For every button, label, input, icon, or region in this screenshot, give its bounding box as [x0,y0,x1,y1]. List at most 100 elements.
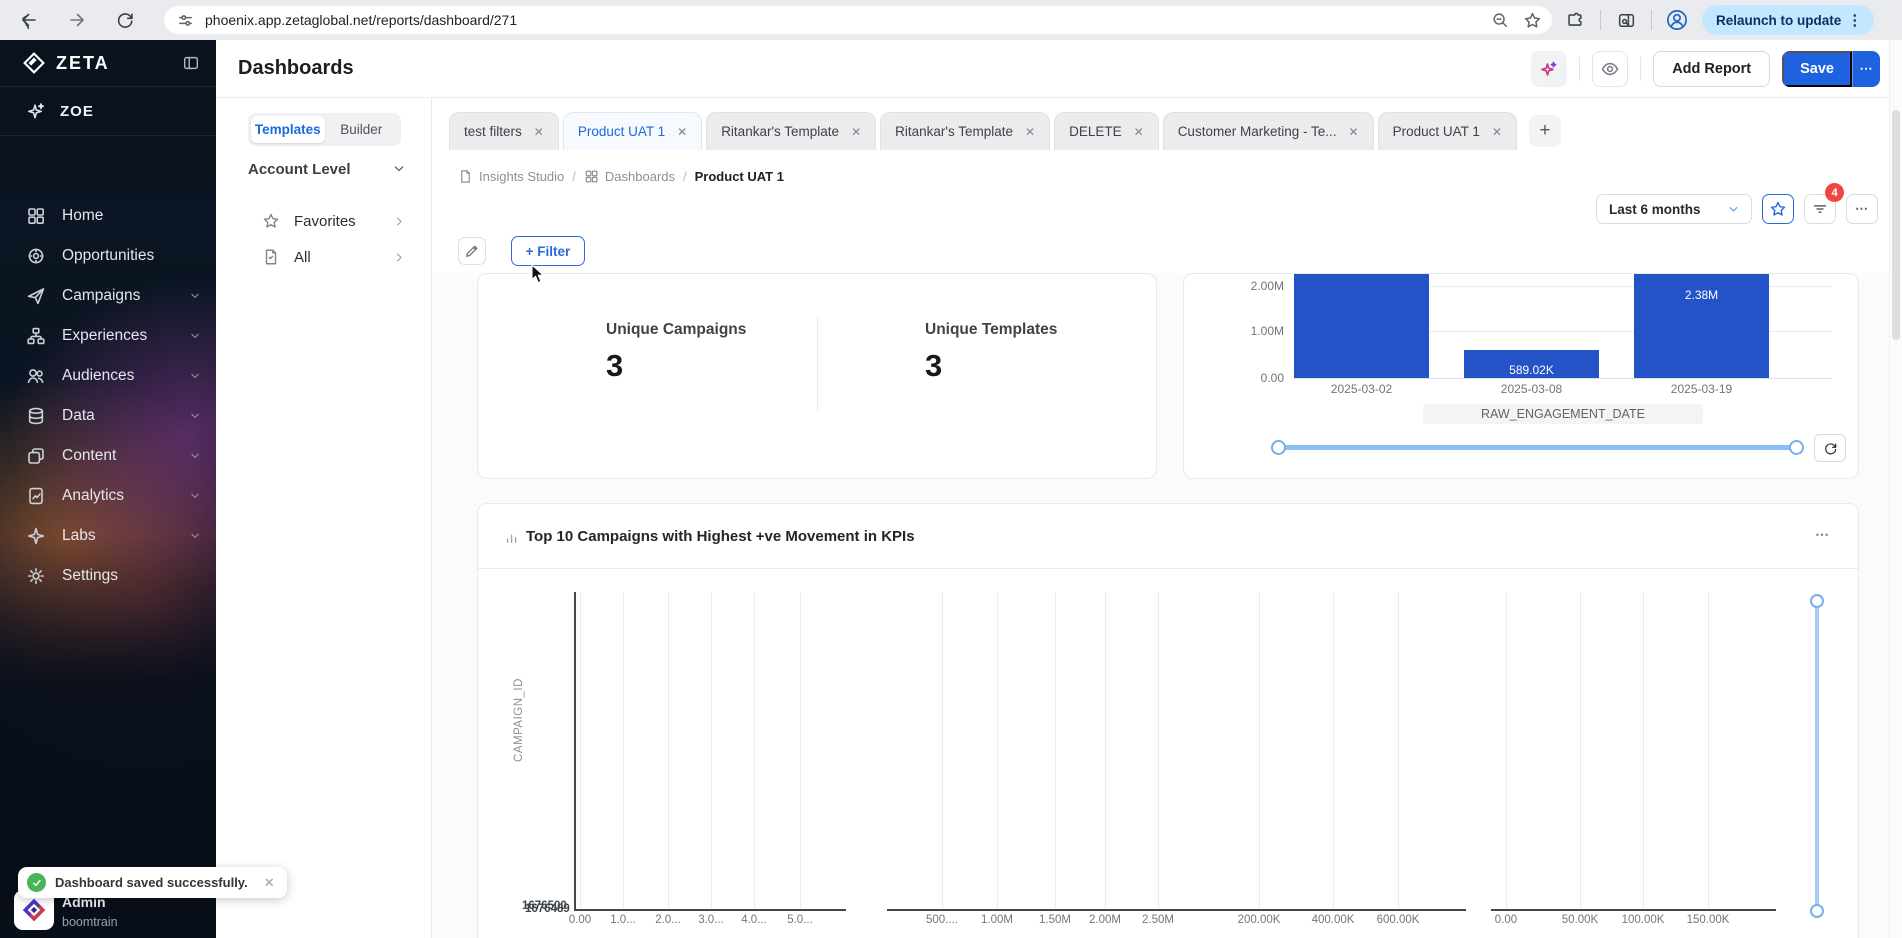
chart-title: Top 10 Campaigns with Highest +ve Moveme… [526,528,915,545]
dashboard-tab[interactable]: Customer Marketing - Te... ✕ [1163,112,1374,150]
filters-toggle-button[interactable]: 4 [1804,194,1836,224]
kpi-divider [817,316,818,412]
engagement-chart-card: RAW_ENGAGEMENT_DATE 2.00M1.00M0.002025-0… [1183,273,1859,479]
breadcrumb-item[interactable]: Dashboards [584,169,675,184]
url-text[interactable]: phoenix.app.zetaglobal.net/reports/dashb… [205,12,1491,28]
vertical-range-slider-track[interactable] [1815,601,1819,911]
slider-handle-right[interactable] [1789,440,1804,455]
brand-name: ZETA [56,53,182,74]
sidebar-item-labs[interactable]: Labs [0,516,216,556]
tab-close-icon[interactable]: ✕ [1134,125,1144,139]
tab-close-icon[interactable]: ✕ [1349,125,1359,139]
sidebar-item-all[interactable]: All [262,242,407,272]
dashboard-tab[interactable]: Ritankar's Template ✕ [880,112,1050,150]
sidebar-item-zoe[interactable]: ZOE [0,87,216,135]
browser-back-icon[interactable] [12,3,46,37]
panel-tab-templates[interactable]: Templates [251,116,325,143]
add-tab-button[interactable]: + [1529,115,1561,147]
chrome-separator [1651,10,1652,30]
vertical-slider-handle-bottom[interactable] [1810,904,1824,918]
zoe-label: ZOE [60,103,94,120]
favorite-star-button[interactable] [1762,194,1794,224]
sidebar-item-experiences[interactable]: Experiences [0,316,216,356]
chart-more-options-button[interactable]: ⋯ [1815,526,1830,543]
extensions-icon[interactable] [1558,3,1592,37]
dashboard-tab[interactable]: DELETE✕ [1054,112,1159,150]
account-level-section[interactable]: Account Level [248,155,407,183]
zoe-assistant-button[interactable] [1531,51,1567,87]
tab-label: Ritankar's Template [895,124,1013,139]
dashboard-tab[interactable]: Product UAT 1✕ [1378,112,1517,150]
chart-range-slider-track[interactable] [1278,445,1796,450]
breadcrumb-item[interactable]: Insights Studio [458,169,564,184]
x-axis-tick: 150.00K [1687,914,1730,926]
save-button[interactable]: Save [1782,51,1852,87]
tab-label: Ritankar's Template [721,124,839,139]
tab-close-icon[interactable]: ✕ [851,125,861,139]
sidebar-item-label: Content [62,447,188,465]
sidebar-item-favorites[interactable]: Favorites [262,206,407,236]
toast-close-icon[interactable]: ✕ [264,875,275,891]
address-bar[interactable]: phoenix.app.zetaglobal.net/reports/dashb… [164,6,1552,34]
browser-forward-icon[interactable] [60,3,94,37]
header-separator [1640,57,1641,81]
dashboard-tab[interactable]: Ritankar's Template ✕ [706,112,876,150]
edit-pencil-button[interactable] [458,237,486,265]
chart-refresh-button[interactable] [1814,434,1846,462]
tab-close-icon[interactable]: ✕ [1025,125,1035,139]
breadcrumb-label: Insights Studio [479,169,564,184]
sidebar-item-data[interactable]: Data [0,396,216,436]
tab-label: Customer Marketing - Te... [1178,124,1337,139]
gear-icon [26,566,46,586]
relaunch-to-update-button[interactable]: Relaunch to update ⋮ [1702,5,1874,35]
add-report-button[interactable]: Add Report [1653,51,1770,87]
tab-close-icon[interactable]: ✕ [1492,125,1502,139]
date-range-select[interactable]: Last 6 months [1596,194,1752,224]
zoe-sparkle-icon [26,101,46,121]
dashboard-tab[interactable]: Product UAT 1✕ [563,112,702,150]
profile-avatar-icon[interactable] [1660,3,1694,37]
sidebar-item-audiences[interactable]: Audiences [0,356,216,396]
dashboard-tabs: test filters✕Product UAT 1✕Ritankar's Te… [449,112,1882,150]
save-more-button[interactable]: ⋯ [1852,51,1880,87]
sidebar-item-home[interactable]: Home [0,196,216,236]
divider [0,135,216,136]
breadcrumb-separator: / [683,169,687,184]
x-axis-tick: 2.50M [1142,914,1174,926]
tab-close-icon[interactable]: ✕ [534,125,544,139]
chrome-menu-icon[interactable]: ⋮ [1841,11,1868,29]
scrollbar-thumb[interactable] [1892,110,1900,340]
target-icon [26,246,46,266]
x-axis-tick: 2.0... [655,914,681,926]
gridline [711,592,712,909]
page-scrollbar[interactable] [1889,40,1902,938]
side-panel-icon[interactable] [1609,3,1643,37]
sidebar-item-campaigns[interactable]: Campaigns [0,276,216,316]
divider [478,568,1858,569]
browser-reload-icon[interactable] [108,3,142,37]
sidebar-item-content[interactable]: Content [0,436,216,476]
sidebar-collapse-icon[interactable] [182,54,200,72]
preview-eye-button[interactable] [1592,51,1628,87]
breadcrumb-label: Product UAT 1 [695,169,784,184]
tab-close-icon[interactable]: ✕ [677,125,687,139]
dashboard-tab[interactable]: test filters✕ [449,112,559,150]
vertical-slider-handle-top[interactable] [1810,594,1824,608]
bookmark-star-icon[interactable] [1523,11,1542,30]
sidebar-item-settings[interactable]: Settings [0,556,216,596]
chrome-separator [1600,10,1601,30]
slider-handle-left[interactable] [1271,440,1286,455]
sidebar-item-opportunities[interactable]: Opportunities [0,236,216,276]
x-axis-tick: 2025-03-19 [1622,382,1782,396]
site-settings-icon[interactable] [176,11,195,30]
kpi-value: 3 [925,348,1057,384]
zoom-page-icon[interactable] [1491,11,1509,29]
sitemap-icon [26,326,46,346]
x-axis-tick: 200.00K [1238,914,1281,926]
panel-tab-builder[interactable]: Builder [325,116,399,143]
x-axis-tick: 1.50M [1039,914,1071,926]
add-filter-button[interactable]: + Filter [511,236,585,266]
sidebar-item-analytics[interactable]: Analytics [0,476,216,516]
gridline [942,592,943,909]
more-options-button[interactable]: ⋯ [1846,194,1878,224]
